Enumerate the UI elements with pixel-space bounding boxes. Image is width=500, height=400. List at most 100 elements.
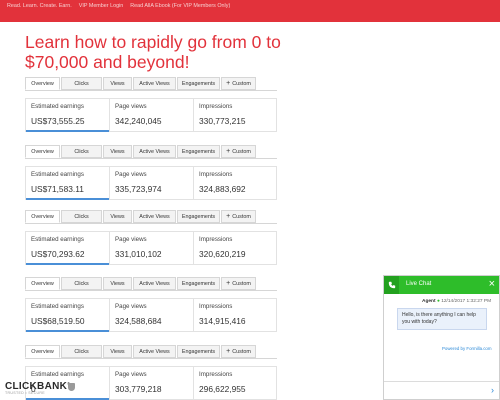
tab-engagements[interactable]: Engagements bbox=[177, 210, 220, 223]
tab-overview[interactable]: Overview bbox=[25, 77, 60, 90]
send-arrow-icon[interactable]: › bbox=[491, 385, 494, 395]
tab-overview[interactable]: Overview bbox=[25, 277, 60, 290]
shield-icon bbox=[68, 383, 75, 391]
tab-custom[interactable]: + Custom bbox=[221, 345, 256, 358]
tab-clicks[interactable]: Clicks bbox=[61, 210, 102, 223]
impressions-card[interactable]: Impressions 320,620,219 bbox=[193, 231, 277, 265]
earnings-card[interactable]: Estimated earnings US$68,519.50 bbox=[25, 298, 110, 332]
top-nav: Read. Learn. Create. Earn. VIP Member Lo… bbox=[7, 3, 230, 10]
earnings-card[interactable]: Estimated earnings US$70,293.62 bbox=[25, 231, 110, 265]
tab-views[interactable]: Views bbox=[103, 210, 132, 223]
tab-label: Clicks bbox=[74, 213, 89, 220]
metric-value: 324,588,684 bbox=[115, 316, 162, 326]
tab-active-views[interactable]: Active Views bbox=[133, 145, 176, 158]
tab-overview[interactable]: Overview bbox=[25, 345, 60, 358]
tab-divider bbox=[25, 158, 277, 159]
page-views-card[interactable]: Page views 335,723,974 bbox=[109, 166, 193, 200]
tab-engagements[interactable]: Engagements bbox=[177, 277, 220, 290]
impressions-card[interactable]: Impressions 330,773,215 bbox=[193, 98, 277, 132]
chat-meta: Agent ● 12/14/2017 1:32:27 PM bbox=[422, 299, 491, 304]
metric-cards: Estimated earnings US$68,519.50 Page views… bbox=[25, 298, 277, 332]
tab-clicks[interactable]: Clicks bbox=[61, 145, 102, 158]
metric-value: US$71,583.11 bbox=[31, 184, 84, 194]
metric-label: Page views bbox=[115, 303, 147, 310]
metric-label: Estimated earnings bbox=[31, 103, 84, 110]
tab-views[interactable]: Views bbox=[103, 277, 132, 290]
tab-divider bbox=[25, 358, 277, 359]
metric-label: Estimated earnings bbox=[31, 236, 84, 243]
metric-label: Impressions bbox=[199, 303, 233, 310]
metric-cards: Estimated earnings US$70,293.62 Page views… bbox=[25, 231, 277, 265]
chat-input[interactable]: › bbox=[384, 381, 499, 399]
chat-header[interactable]: Live Chat × bbox=[384, 276, 499, 294]
impressions-card[interactable]: Impressions 296,622,955 bbox=[193, 366, 277, 400]
metric-value: 314,915,416 bbox=[199, 316, 246, 326]
metric-label: Page views bbox=[115, 103, 147, 110]
metric-cards: Estimated earnings US$71,583.11 Page views… bbox=[25, 166, 277, 200]
metric-value: US$73,555.25 bbox=[31, 116, 85, 126]
metric-value: 320,620,219 bbox=[199, 249, 246, 259]
page-views-card[interactable]: Page views 303,779,218 bbox=[109, 366, 193, 400]
tab-overview[interactable]: Overview bbox=[25, 145, 60, 158]
chat-agent-name: Agent bbox=[422, 299, 436, 304]
tab-views[interactable]: Views bbox=[103, 145, 132, 158]
nav-link-vip-login[interactable]: VIP Member Login bbox=[79, 3, 124, 10]
chat-powered-by[interactable]: Powered by Formilla.com bbox=[442, 346, 492, 351]
tab-label: Clicks bbox=[74, 348, 89, 355]
tab-engagements[interactable]: Engagements bbox=[177, 77, 220, 90]
tab-custom[interactable]: + Custom bbox=[221, 145, 256, 158]
page-views-card[interactable]: Page views 331,010,102 bbox=[109, 231, 193, 265]
page-views-card[interactable]: Page views 342,240,045 bbox=[109, 98, 193, 132]
plus-icon: + bbox=[226, 213, 231, 220]
impressions-card[interactable]: Impressions 324,883,692 bbox=[193, 166, 277, 200]
metric-label: Estimated earnings bbox=[31, 171, 84, 178]
nav-link-read-learn[interactable]: Read. Learn. Create. Earn. bbox=[7, 3, 72, 10]
plus-icon: + bbox=[226, 148, 231, 155]
chat-timestamp: 12/14/2017 1:32:27 PM bbox=[441, 299, 492, 304]
page-views-card[interactable]: Page views 324,588,684 bbox=[109, 298, 193, 332]
tab-custom[interactable]: + Custom bbox=[221, 277, 256, 290]
tab-label: Engagements bbox=[181, 280, 216, 287]
stats-block: Overview Clicks Views Active Views Engagemen… bbox=[25, 277, 277, 333]
tab-label: Engagements bbox=[181, 148, 216, 155]
stats-block: Overview Clicks Views Active Views Engagemen… bbox=[25, 210, 277, 266]
tab-active-views[interactable]: Active Views bbox=[133, 77, 176, 90]
tab-label: Engagements bbox=[181, 348, 216, 355]
tab-label: Overview bbox=[31, 148, 54, 155]
tab-overview[interactable]: Overview bbox=[25, 210, 60, 223]
metric-value: 296,622,955 bbox=[199, 384, 246, 394]
plus-icon: + bbox=[226, 80, 231, 87]
stats-block: Overview Clicks Views Active Views Engagemen… bbox=[25, 77, 277, 133]
tab-divider bbox=[25, 90, 277, 91]
selected-metric-underline bbox=[26, 330, 110, 332]
impressions-card[interactable]: Impressions 314,915,416 bbox=[193, 298, 277, 332]
tab-engagements[interactable]: Engagements bbox=[177, 145, 220, 158]
tab-label: Overview bbox=[31, 280, 54, 287]
tab-active-views[interactable]: Active Views bbox=[133, 210, 176, 223]
metric-value: 324,883,692 bbox=[199, 184, 246, 194]
tab-label: Active Views bbox=[139, 348, 170, 355]
tab-engagements[interactable]: Engagements bbox=[177, 345, 220, 358]
metric-cards: Estimated earnings US$73,555.25 Page views… bbox=[25, 98, 277, 132]
tab-bar: Overview Clicks Views Active Views Engagemen… bbox=[25, 77, 257, 90]
earnings-card[interactable]: Estimated earnings US$71,583.11 bbox=[25, 166, 110, 200]
chat-close-icon[interactable]: × bbox=[489, 278, 495, 291]
tab-active-views[interactable]: Active Views bbox=[133, 345, 176, 358]
tab-views[interactable]: Views bbox=[103, 77, 132, 90]
earnings-card[interactable]: Estimated earnings US$73,555.25 bbox=[25, 98, 110, 132]
tab-views[interactable]: Views bbox=[103, 345, 132, 358]
nav-link-ebook[interactable]: Read AllA Ebook (For VIP Members Only) bbox=[130, 3, 230, 10]
tab-clicks[interactable]: Clicks bbox=[61, 277, 102, 290]
tab-label: Custom bbox=[232, 80, 251, 87]
tab-custom[interactable]: + Custom bbox=[221, 210, 256, 223]
tab-active-views[interactable]: Active Views bbox=[133, 277, 176, 290]
metric-label: Page views bbox=[115, 171, 147, 178]
tab-label: Overview bbox=[31, 80, 54, 87]
metric-value: US$68,519.50 bbox=[31, 316, 85, 326]
clickbank-badge[interactable]: CLICKBANK® TRUSTED • SECURE bbox=[5, 381, 75, 395]
tab-clicks[interactable]: Clicks bbox=[61, 345, 102, 358]
tab-custom[interactable]: + Custom bbox=[221, 77, 256, 90]
metric-label: Impressions bbox=[199, 236, 233, 243]
metric-value: US$70,293.62 bbox=[31, 249, 85, 259]
tab-clicks[interactable]: Clicks bbox=[61, 77, 102, 90]
